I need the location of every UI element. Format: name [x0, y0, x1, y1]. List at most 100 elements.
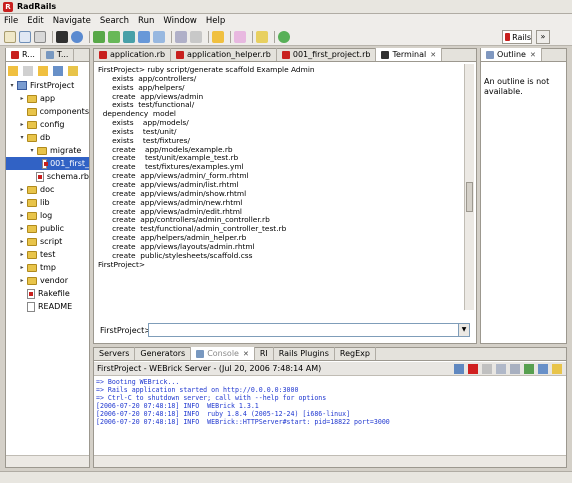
horizontal-scrollbar[interactable] — [94, 455, 566, 467]
tree-item[interactable]: ▾ FirstProject — [6, 79, 89, 92]
menu-help[interactable]: Help — [206, 16, 225, 26]
tree-item[interactable]: ▸ vendor — [6, 274, 89, 287]
tree-item[interactable]: ▸ script — [6, 235, 89, 248]
folder-icon — [27, 263, 37, 272]
twisty-icon[interactable]: ▸ — [18, 225, 26, 232]
twisty-icon[interactable]: ▾ — [18, 134, 26, 141]
terminate-icon[interactable] — [468, 364, 478, 374]
tab-ri[interactable]: RI — [255, 347, 274, 360]
menu-run[interactable]: Run — [138, 16, 154, 26]
tree-item[interactable]: ▾ db — [6, 131, 89, 144]
remove-launch-icon[interactable] — [454, 364, 464, 374]
project-icon — [17, 81, 27, 90]
menu-edit[interactable]: Edit — [27, 16, 43, 26]
pin-icon[interactable] — [256, 30, 268, 43]
tab-test[interactable]: T... — [41, 48, 75, 61]
tab-outline[interactable]: Outline ✕ — [481, 48, 542, 61]
folder-icon — [27, 276, 37, 285]
tree-item-label: db — [40, 133, 51, 142]
new-scaffold-icon[interactable] — [138, 30, 150, 43]
tree-item[interactable]: schema.rb — [6, 170, 89, 183]
tree-item-label: Rakefile — [38, 289, 70, 298]
tab-servers[interactable]: Servers — [94, 347, 136, 360]
rails-perspective-button[interactable]: Rails — [502, 30, 532, 44]
back-arrow-icon[interactable] — [212, 30, 224, 43]
open-perspective-button[interactable]: » — [536, 30, 550, 44]
scroll-lock-icon[interactable] — [510, 364, 520, 374]
tab-application-rb[interactable]: application.rb — [94, 48, 172, 61]
menu-file[interactable]: File — [4, 16, 18, 26]
new-icon[interactable] — [4, 30, 16, 43]
new-migration-icon[interactable] — [153, 30, 165, 43]
save-icon[interactable] — [19, 30, 31, 43]
globe-icon[interactable] — [71, 30, 83, 43]
twisty-icon[interactable]: ▸ — [18, 212, 26, 219]
tab-terminal[interactable]: Terminal ✕ — [376, 48, 443, 61]
link-editor-icon[interactable] — [68, 66, 78, 76]
twisty-icon[interactable]: ▸ — [18, 121, 26, 128]
tree-item[interactable]: ▾ migrate — [6, 144, 89, 157]
build-icon[interactable] — [190, 30, 202, 43]
display-console-icon[interactable] — [538, 364, 548, 374]
vertical-scrollbar[interactable] — [464, 64, 474, 310]
tree-item[interactable]: README — [6, 300, 89, 313]
horizontal-scrollbar[interactable] — [6, 455, 89, 467]
tree-item-label: 001_first_ — [50, 159, 89, 168]
tree-item[interactable]: ▸ public — [6, 222, 89, 235]
back-icon[interactable] — [8, 66, 18, 76]
clear-console-icon[interactable] — [496, 364, 506, 374]
tab-generators[interactable]: Generators — [135, 347, 192, 360]
twisty-icon[interactable]: ▸ — [18, 238, 26, 245]
tab-console[interactable]: Console ✕ — [191, 347, 255, 360]
new-controller-icon[interactable] — [108, 30, 120, 43]
tree-item[interactable]: ▸ lib — [6, 196, 89, 209]
tree-item[interactable]: ▸ app — [6, 92, 89, 105]
open-console-icon[interactable] — [552, 364, 562, 374]
tree-item[interactable]: ▸ log — [6, 209, 89, 222]
folder-icon — [27, 94, 37, 103]
search-menu-icon[interactable] — [175, 30, 187, 43]
chevron-down-icon[interactable]: ▼ — [458, 323, 470, 337]
twisty-icon[interactable]: ▾ — [28, 147, 36, 154]
close-icon[interactable]: ✕ — [430, 51, 436, 59]
new-rails-project-icon[interactable] — [93, 30, 105, 43]
tab-regexp[interactable]: RegExp — [335, 347, 376, 360]
menu-navigate[interactable]: Navigate — [53, 16, 91, 26]
toolbar-separator — [89, 30, 90, 43]
new-model-icon[interactable] — [123, 30, 135, 43]
twisty-icon[interactable]: ▸ — [18, 199, 26, 206]
twisty-icon[interactable]: ▾ — [8, 82, 16, 89]
terminal-icon[interactable] — [56, 30, 68, 43]
close-icon[interactable]: ✕ — [530, 51, 536, 59]
menu-search[interactable]: Search — [100, 16, 129, 26]
tree-item[interactable]: components — [6, 105, 89, 118]
scrollbar-thumb[interactable] — [466, 182, 473, 212]
tools-icon[interactable] — [234, 30, 246, 43]
pin-console-icon[interactable] — [524, 364, 534, 374]
forward-icon[interactable] — [23, 66, 33, 76]
remove-all-icon[interactable] — [482, 364, 492, 374]
twisty-icon[interactable]: ▸ — [18, 277, 26, 284]
tab-application-helper-rb[interactable]: application_helper.rb — [171, 48, 277, 61]
tab-rails-navigator[interactable]: R... — [6, 48, 41, 61]
menu-window[interactable]: Window — [163, 16, 197, 26]
folder-icon — [27, 120, 37, 129]
tab-001-first-project-rb[interactable]: 001_first_project.rb — [277, 48, 377, 61]
tree-item[interactable]: Rakefile — [6, 287, 89, 300]
run-icon[interactable] — [278, 30, 290, 43]
print-icon[interactable] — [34, 30, 46, 43]
twisty-icon[interactable]: ▸ — [18, 186, 26, 193]
tree-item[interactable]: ▸ tmp — [6, 261, 89, 274]
twisty-icon[interactable]: ▸ — [18, 251, 26, 258]
terminal-command-input[interactable] — [148, 323, 460, 337]
tree-item[interactable]: 001_first_ — [6, 157, 89, 170]
up-icon[interactable] — [38, 66, 48, 76]
tree-item[interactable]: ▸ test — [6, 248, 89, 261]
twisty-icon[interactable]: ▸ — [18, 264, 26, 271]
tree-item[interactable]: ▸ config — [6, 118, 89, 131]
tree-item[interactable]: ▸ doc — [6, 183, 89, 196]
collapse-all-icon[interactable] — [53, 66, 63, 76]
twisty-icon[interactable]: ▸ — [18, 95, 26, 102]
close-icon[interactable]: ✕ — [243, 350, 249, 358]
tab-rails-plugins[interactable]: Rails Plugins — [274, 347, 335, 360]
